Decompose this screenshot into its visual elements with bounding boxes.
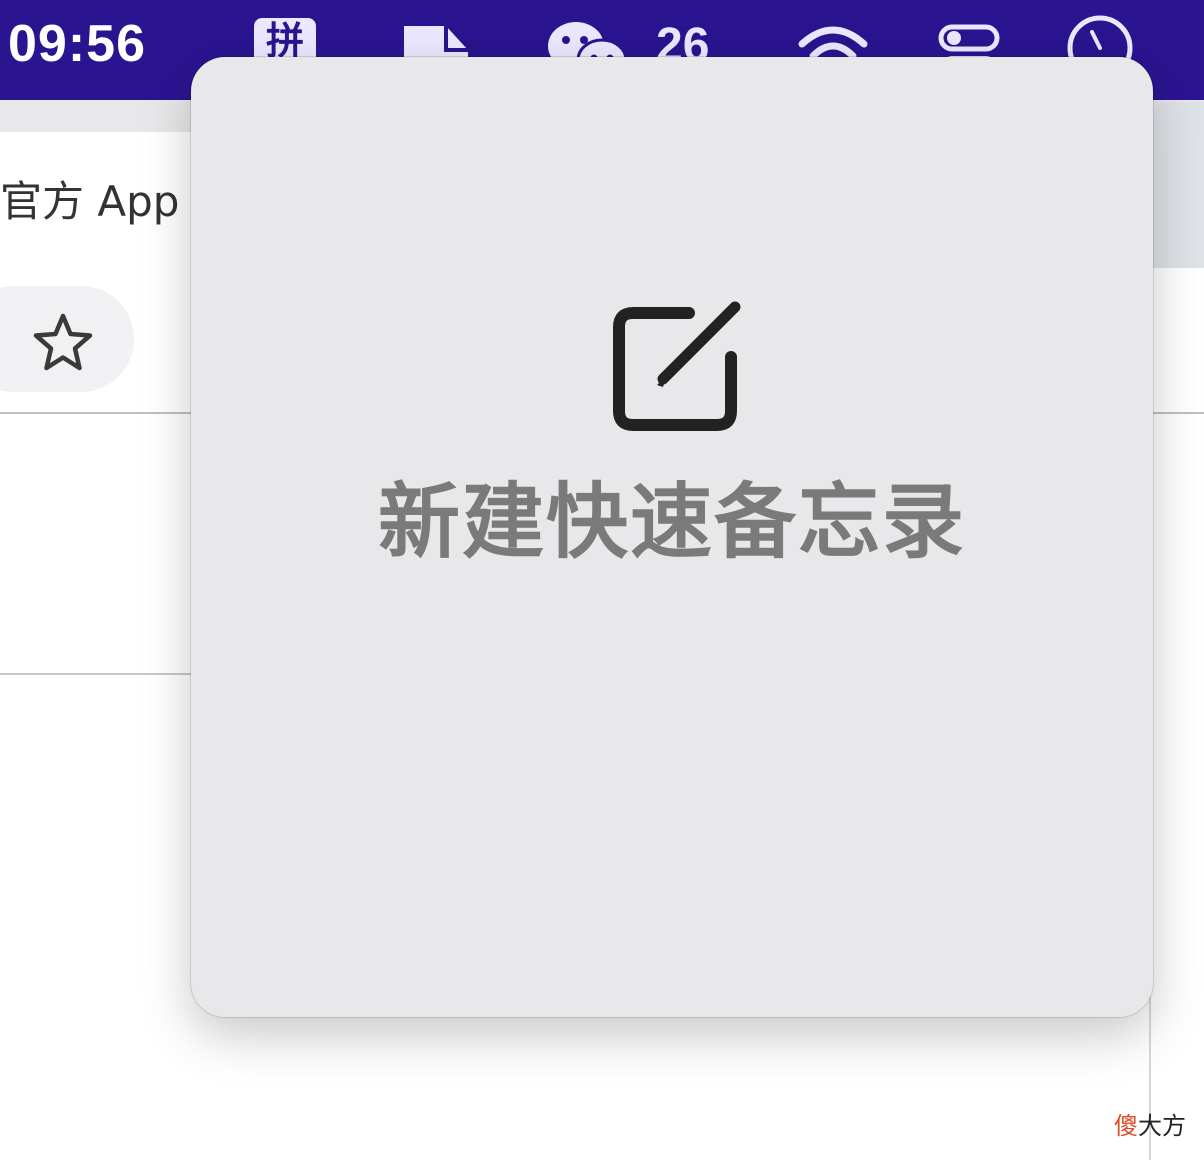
quick-note-popover[interactable]: 新建快速备忘录 (191, 57, 1153, 1017)
compose-note-icon (613, 301, 741, 431)
new-quick-note-label[interactable]: 新建快速备忘录 (191, 455, 1153, 574)
side-panel-header (1152, 102, 1204, 268)
star-icon[interactable] (30, 310, 96, 376)
watermark-text: 大方 (1138, 1112, 1186, 1140)
browser-page-title: 官方 App (0, 177, 180, 226)
menu-bar-clock[interactable]: 09:56 (8, 14, 146, 74)
watermark-red-char: 傻 (1114, 1112, 1138, 1140)
watermark: 傻大方 (1114, 1106, 1186, 1141)
content-divider (0, 673, 200, 675)
